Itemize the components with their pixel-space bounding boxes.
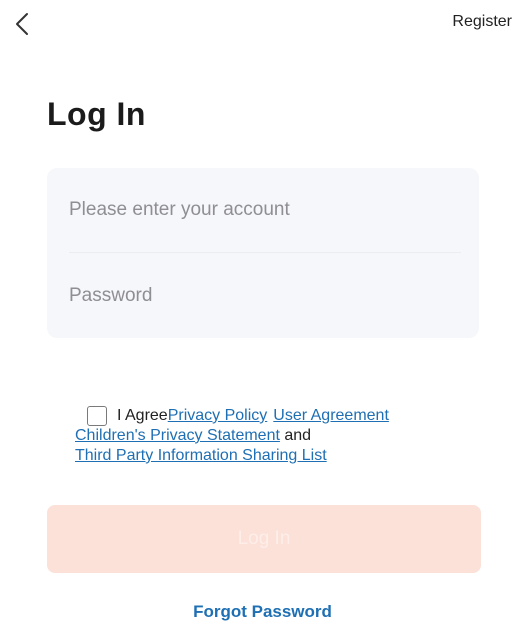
privacy-policy-link[interactable]: Privacy Policy: [168, 406, 268, 426]
agreement-section: I Agree Privacy Policy User Agreement Ch…: [75, 406, 495, 466]
page-title: Log In: [47, 96, 146, 132]
login-screen: Register Log In I Agree Privacy Policy U…: [0, 0, 515, 623]
and-text: and: [284, 427, 312, 444]
agree-prefix: I Agree: [117, 407, 168, 424]
top-bar: Register: [0, 0, 515, 48]
third-party-sharing-link[interactable]: Third Party Information Sharing List: [75, 447, 327, 464]
register-link[interactable]: Register: [452, 13, 512, 31]
password-input[interactable]: [69, 285, 459, 307]
agree-line-3: Third Party Information Sharing List: [75, 446, 495, 466]
login-button[interactable]: Log In: [47, 505, 481, 573]
childrens-privacy-link[interactable]: Children's Privacy Statement: [75, 427, 280, 444]
user-agreement-link[interactable]: User Agreement: [273, 406, 389, 426]
login-form: [47, 168, 479, 338]
field-divider: [69, 252, 461, 253]
forgot-password-link[interactable]: Forgot Password: [0, 602, 515, 622]
password-field: [47, 254, 479, 338]
agree-checkbox[interactable]: [87, 406, 107, 426]
back-button[interactable]: [8, 8, 36, 40]
chevron-left-icon: [16, 13, 28, 35]
agree-line: I Agree Privacy Policy User Agreement: [75, 406, 495, 426]
agree-line-2: Children's Privacy Statement and: [75, 426, 495, 446]
account-field: [47, 168, 479, 252]
account-input[interactable]: [69, 199, 459, 221]
